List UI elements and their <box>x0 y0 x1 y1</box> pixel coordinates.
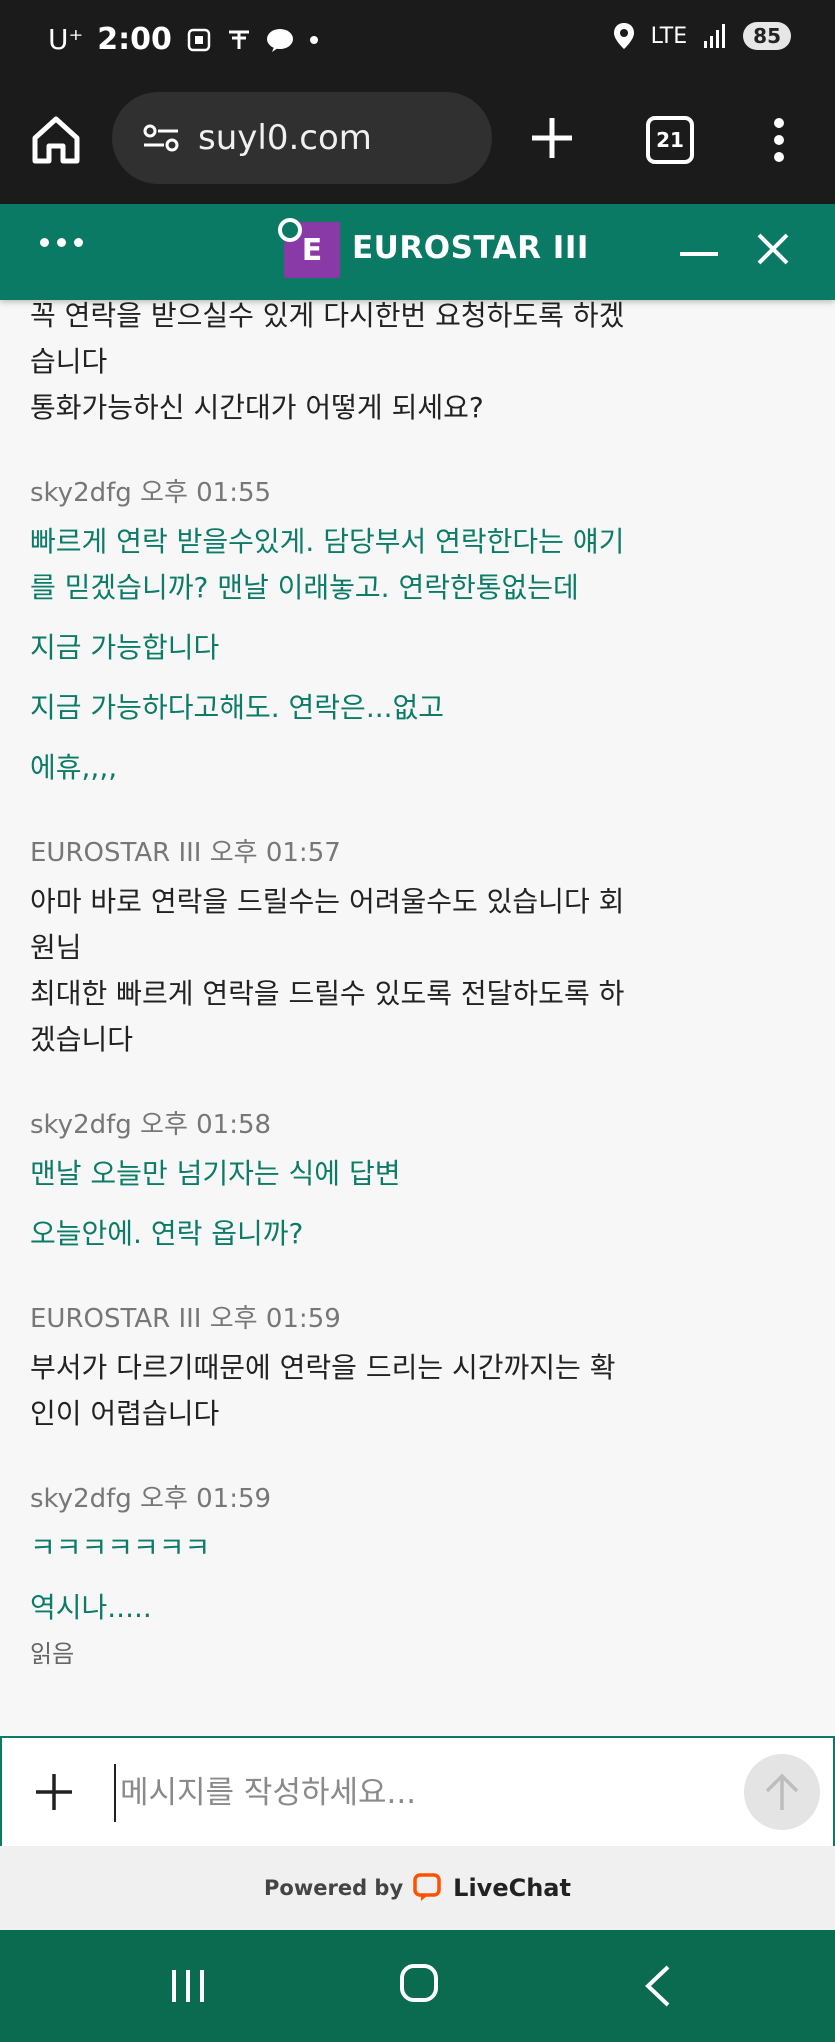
system-nav-bar <box>0 1930 835 2042</box>
browser-toolbar: suyl0.com 21 <box>0 88 835 204</box>
user-message-line: 맨날 오늘만 넘기자는 식에 답변 <box>30 1157 401 1190</box>
chat-title: EUROSTAR III <box>352 230 589 266</box>
livechat-logo-icon <box>413 1873 441 1901</box>
carrier-label: U⁺ <box>48 23 84 56</box>
agent-message-line: 아마 바로 연락을 드릴수는 어려울수도 있습니다 회 <box>30 885 625 918</box>
signal-icon <box>704 24 726 48</box>
user-message-line: 빠르게 연락 받을수있게. 담당부서 연락한다는 얘기 <box>30 525 625 558</box>
chat-menu-icon[interactable] <box>40 238 83 247</box>
app-notification-icon <box>228 30 249 49</box>
network-type: LTE <box>650 23 688 49</box>
battery-indicator: 85 <box>743 22 791 50</box>
new-tab-icon[interactable] <box>530 116 574 160</box>
agent-message-line: 통화가능하신 시간대가 어떻게 되세요? <box>30 391 484 424</box>
message-meta: sky2dfg 오후 01:55 <box>30 478 272 508</box>
status-right: LTE 85 <box>613 22 791 50</box>
close-icon[interactable] <box>756 232 790 266</box>
site-settings-icon[interactable] <box>142 123 180 153</box>
agent-message-line: 꼭 연락을 받으실수 있게 다시한번 요청하도록 하겠 <box>30 300 625 332</box>
arrow-up-icon <box>765 1773 799 1810</box>
agent-message-line: 습니다 <box>30 345 108 378</box>
more-options-icon[interactable] <box>764 116 794 164</box>
user-message-line: 오늘안에. 연락 옵니까? <box>30 1217 304 1250</box>
clock: 2:00 <box>97 22 172 57</box>
add-attachment-icon[interactable] <box>34 1772 74 1812</box>
message-meta: EUROSTAR III 오후 01:59 <box>30 1304 341 1334</box>
screenshot-icon <box>187 28 211 51</box>
kakaotalk-icon <box>266 28 293 52</box>
recent-apps-icon[interactable] <box>168 1966 208 2006</box>
agent-message-line: 부서가 다르기때문에 연락을 드리는 시간까지는 확 <box>30 1351 616 1384</box>
back-icon[interactable] <box>642 1964 672 2008</box>
agent-message-line: 겠습니다 <box>30 1023 134 1056</box>
chat-header: E EUROSTAR III <box>0 204 835 300</box>
powered-by: Powered by LiveChat <box>0 1846 835 1930</box>
user-message-line: 지금 가능하다고해도. 연락은...없고 <box>30 691 445 724</box>
message-composer <box>0 1736 835 1848</box>
message-meta: EUROSTAR III 오후 01:57 <box>30 838 341 868</box>
agent-message-line: 원님 <box>30 931 82 964</box>
user-message-line: 에휴,,,, <box>30 751 118 784</box>
home-icon[interactable] <box>30 114 82 166</box>
home-nav-icon[interactable] <box>400 1964 438 2002</box>
send-button[interactable] <box>744 1754 820 1830</box>
address-bar[interactable]: suyl0.com <box>112 92 492 184</box>
user-message-line: 를 믿겠습니까? 맨날 이래놓고. 연락한통없는데 <box>30 571 579 604</box>
user-message-line: 역시나..... <box>30 1591 152 1624</box>
message-meta: sky2dfg 오후 01:59 <box>30 1484 272 1514</box>
livechat-brand[interactable]: LiveChat <box>453 1874 571 1902</box>
powered-by-label: Powered by <box>264 1876 404 1900</box>
notification-dot-icon <box>309 35 318 44</box>
minimize-icon[interactable] <box>680 252 718 256</box>
online-status-icon <box>278 218 302 242</box>
agent-message-line: 최대한 빠르게 연락을 드릴수 있도록 전달하도록 하 <box>30 977 625 1010</box>
conversation-area[interactable]: 꼭 연락을 받으실수 있게 다시한번 요청하도록 하겠습니다통화가능하신 시간대… <box>0 300 835 1736</box>
status-left: U⁺ 2:00 <box>48 22 320 57</box>
message-input[interactable] <box>114 1764 742 1822</box>
message-meta: sky2dfg 오후 01:58 <box>30 1110 272 1140</box>
user-message-line: ㅋㅋㅋㅋㅋㅋㅋ <box>30 1531 211 1564</box>
agent-message-line: 인이 어렵습니다 <box>30 1397 220 1430</box>
status-bar: U⁺ 2:00 LTE 85 <box>0 0 835 88</box>
location-icon <box>613 23 634 49</box>
tab-switcher-button[interactable]: 21 <box>646 116 694 164</box>
user-message-line: 지금 가능합니다 <box>30 631 220 664</box>
read-receipt: 읽음 <box>30 1640 75 1668</box>
url-text[interactable]: suyl0.com <box>198 118 372 158</box>
